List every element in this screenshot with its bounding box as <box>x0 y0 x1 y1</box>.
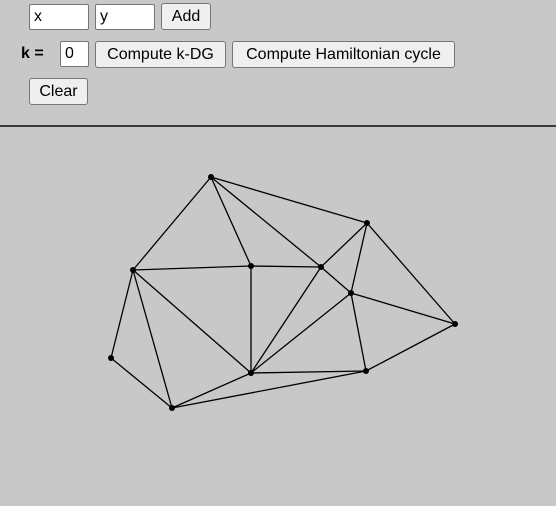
graph-vertex-v1[interactable] <box>208 174 214 180</box>
graph-edge-v3-v4 <box>132 265 252 271</box>
clear-button[interactable]: Clear <box>29 78 88 105</box>
graph-edge-v2-v5 <box>320 222 368 268</box>
control-panel: Add k = Compute k-DG Compute Hamiltonian… <box>0 0 556 125</box>
graph-vertex-v9[interactable] <box>248 370 254 376</box>
graph-edge-v4-v5 <box>250 265 322 268</box>
graph-edge-v5-v6 <box>320 266 352 294</box>
graph-vertex-v5[interactable] <box>318 264 324 270</box>
graph-edge-v3-v9 <box>132 269 252 374</box>
graph-edge-v1-v2 <box>210 176 368 224</box>
graph-edge-v10-v11 <box>171 370 367 409</box>
graph-drawing <box>108 174 458 411</box>
x-coordinate-input[interactable] <box>29 4 89 30</box>
graph-edge-v1-v5 <box>210 176 322 268</box>
graph-edge-v2-v7 <box>366 222 456 325</box>
graph-vertex-v4[interactable] <box>248 263 254 269</box>
graph-edge-v3-v8 <box>110 269 134 359</box>
graph-edge-v6-v10 <box>350 292 367 372</box>
graph-vertex-v3[interactable] <box>130 267 136 273</box>
graph-vertex-v11[interactable] <box>169 405 175 411</box>
graph-edge-v3-v11 <box>132 269 173 409</box>
graph-edge-v6-v7 <box>350 292 456 325</box>
graph-edge-v1-v4 <box>210 176 252 267</box>
add-point-button[interactable]: Add <box>161 3 211 30</box>
graph-edge-v5-v9 <box>250 266 322 374</box>
graph-edge-v9-v10 <box>250 370 367 374</box>
compute-hamiltonian-cycle-button[interactable]: Compute Hamiltonian cycle <box>232 41 455 68</box>
compute-kdg-button[interactable]: Compute k-DG <box>95 41 226 68</box>
graph-edge-v9-v11 <box>171 372 252 409</box>
graph-vertex-v7[interactable] <box>452 321 458 327</box>
graph-vertex-v2[interactable] <box>364 220 370 226</box>
graph-canvas[interactable] <box>0 127 556 501</box>
graph-vertex-v10[interactable] <box>363 368 369 374</box>
graph-edge-v1-v3 <box>132 176 212 271</box>
graph-edge-v2-v6 <box>350 222 368 294</box>
y-coordinate-input[interactable] <box>95 4 155 30</box>
graph-vertex-v6[interactable] <box>348 290 354 296</box>
graph-vertex-v8[interactable] <box>108 355 114 361</box>
graph-edge-v7-v10 <box>365 323 456 372</box>
graph-edge-v6-v9 <box>250 292 352 374</box>
k-value-input[interactable] <box>60 41 89 67</box>
graph-edge-v8-v11 <box>110 357 173 409</box>
k-label: k = <box>21 45 44 62</box>
